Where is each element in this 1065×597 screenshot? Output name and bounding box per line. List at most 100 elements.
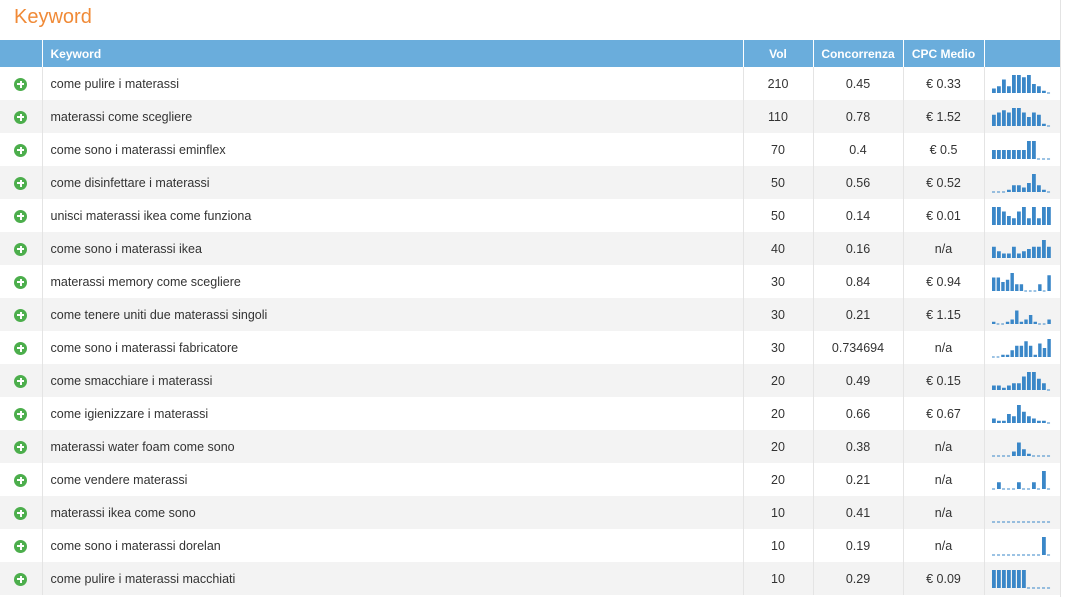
keyword-cell: come igienizzare i materassi: [42, 397, 744, 430]
competition-column-header[interactable]: Concorrenza: [813, 40, 904, 67]
trend-bar: [991, 114, 996, 126]
trend-bar-empty: [991, 488, 995, 489]
cpc-cell: € 1.15: [903, 298, 985, 331]
table-row: materassi ikea come sono 10 0.41 n/a: [0, 496, 1060, 529]
keyword-cell: materassi ikea come sono: [42, 496, 744, 529]
trend-bar: [996, 250, 1001, 258]
trend-bar: [991, 569, 996, 588]
keyword-column-header[interactable]: Keyword: [42, 40, 744, 67]
trend-bar-empty: [1016, 521, 1020, 522]
trend-bar: [1021, 112, 1026, 126]
add-keyword-icon[interactable]: [14, 143, 28, 157]
table-row: come pulire i materassi 210 0.45 € 0.33: [0, 67, 1060, 100]
trend-bar: [1021, 206, 1026, 225]
add-keyword-icon[interactable]: [14, 176, 28, 190]
add-cell: [0, 232, 43, 265]
trend-bar-empty: [1011, 488, 1015, 489]
trend-bar: [1036, 217, 1041, 225]
cpc-cell: € 0.15: [903, 364, 985, 397]
trend-bar-empty: [991, 356, 995, 357]
trend-bar: [1006, 189, 1011, 192]
trend-bar-empty: [1006, 488, 1010, 489]
add-keyword-icon[interactable]: [14, 77, 28, 91]
trend-bar: [1000, 354, 1005, 357]
trend-sparkline: [991, 140, 1050, 159]
add-cell: [0, 199, 43, 232]
trend-bar: [1021, 448, 1026, 456]
trend-bar: [1016, 382, 1021, 390]
keyword-table: Keyword Vol Concorrenza CPC Medio come p…: [0, 40, 1060, 595]
table-row: come sono i materassi fabricatore 30 0.734…: [0, 331, 1060, 364]
keyword-cell: come sono i materassi ikea: [42, 232, 744, 265]
add-keyword-icon[interactable]: [14, 407, 28, 421]
trend-bar: [1031, 112, 1036, 126]
add-keyword-icon[interactable]: [14, 539, 28, 553]
trend-bar-empty: [996, 521, 1000, 522]
add-cell: [0, 496, 43, 529]
trend-bar: [1011, 184, 1016, 192]
add-keyword-icon[interactable]: [14, 209, 28, 223]
trend-bar: [1001, 109, 1006, 126]
trend-bar: [1006, 569, 1011, 588]
trend-bar: [1001, 253, 1006, 258]
trend-bar: [1011, 149, 1016, 159]
trend-bar: [1021, 149, 1026, 159]
trend-cell: [984, 67, 1060, 100]
add-cell: [0, 298, 43, 331]
trend-cell: [984, 562, 1060, 595]
trend-bar-empty: [1036, 488, 1040, 489]
trend-bar: [1005, 354, 1009, 357]
trend-bar-empty: [1041, 158, 1045, 159]
add-keyword-icon[interactable]: [14, 440, 28, 454]
cpc-cell: € 0.5: [903, 133, 985, 166]
trend-bar: [1011, 217, 1016, 225]
keyword-cell: materassi water foam come sono: [42, 430, 744, 463]
vol-cell: 50: [743, 199, 814, 232]
add-keyword-icon[interactable]: [14, 308, 28, 322]
vol-column-header[interactable]: Vol: [743, 40, 814, 67]
trend-bar-empty: [1001, 488, 1005, 489]
trend-bar-empty: [1031, 587, 1035, 588]
competition-cell: 0.45: [813, 67, 904, 100]
add-keyword-icon[interactable]: [14, 275, 28, 289]
cpc-column-header[interactable]: CPC Medio: [903, 40, 985, 67]
trend-sparkline: [991, 404, 1050, 423]
add-cell: [0, 529, 43, 562]
trend-bar-empty: [1046, 92, 1050, 93]
trend-bar: [1036, 184, 1041, 192]
cpc-cell: n/a: [903, 463, 985, 496]
trend-bar: [996, 385, 1001, 390]
trend-bar: [1016, 149, 1021, 159]
add-cell: [0, 133, 43, 166]
add-column-header: [0, 40, 43, 67]
trend-bar: [1019, 345, 1023, 357]
trend-bar-empty: [1046, 455, 1050, 456]
vol-cell: 20: [743, 364, 814, 397]
vol-cell: 30: [743, 265, 814, 298]
add-cell: [0, 331, 43, 364]
vol-cell: 210: [743, 67, 814, 100]
add-keyword-icon[interactable]: [14, 242, 28, 256]
trend-bar: [1036, 114, 1041, 126]
trend-bar: [1011, 382, 1016, 390]
competition-cell: 0.19: [813, 529, 904, 562]
trend-bar-empty: [996, 554, 1000, 555]
add-keyword-icon[interactable]: [14, 374, 28, 388]
trend-bar-empty: [1011, 554, 1015, 555]
keyword-cell: unisci materassi ikea come funziona: [42, 199, 744, 232]
cpc-cell: € 0.09: [903, 562, 985, 595]
trend-cell: [984, 430, 1060, 463]
add-keyword-icon[interactable]: [14, 473, 28, 487]
trend-bar: [1037, 343, 1042, 357]
cpc-cell: n/a: [903, 331, 985, 364]
add-keyword-icon[interactable]: [14, 341, 28, 355]
trend-bar-empty: [996, 455, 1000, 456]
trend-bar: [1001, 569, 1006, 588]
trend-bar: [1036, 420, 1041, 423]
add-keyword-icon[interactable]: [14, 506, 28, 520]
table-row: come smacchiare i materassi 20 0.49 € 0.15: [0, 364, 1060, 397]
trend-sparkline: [991, 521, 1050, 522]
add-keyword-icon[interactable]: [14, 572, 28, 586]
add-keyword-icon[interactable]: [14, 110, 28, 124]
vol-cell: 10: [743, 529, 814, 562]
